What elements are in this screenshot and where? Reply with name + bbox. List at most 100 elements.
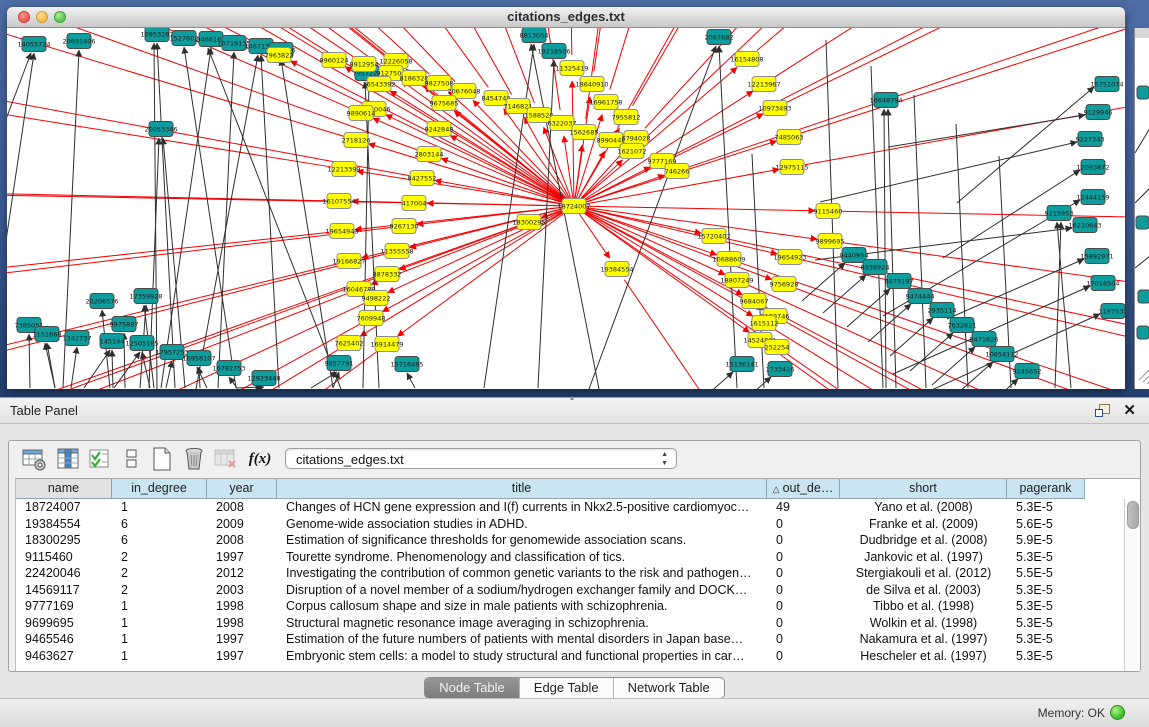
graph-node-yellow[interactable]: 11325419 [555,61,588,76]
graph-node-teal[interactable]: 1187533 [1099,304,1125,319]
cell-in_degree[interactable]: 2 [112,565,207,582]
graph-node-teal[interactable]: 8938924 [861,260,890,275]
column-header-name[interactable]: name [16,479,112,499]
cell-out_de[interactable]: 0 [767,631,840,648]
cell-pagerank[interactable]: 5.6E-5 [1007,516,1085,533]
cell-in_degree[interactable]: 1 [112,598,207,615]
table-row[interactable]: 1830029562008Estimation of significance … [16,532,1125,549]
citation-network-graph[interactable]: 1405572420691406109532871527602946616010… [7,28,1125,389]
cell-short[interactable]: Wolkin et al. (1998) [840,615,1007,632]
cell-out_de[interactable]: 0 [767,516,840,533]
graph-node-teal[interactable]: 20206576 [85,294,118,309]
cell-year[interactable]: 1997 [207,648,277,665]
network-window-titlebar[interactable]: citations_edges.txt [7,7,1125,28]
cell-year[interactable]: 2003 [207,582,277,599]
cell-out_de[interactable]: 0 [767,648,840,665]
cell-pagerank[interactable]: 5.3E-5 [1007,615,1085,632]
cell-title[interactable]: Changes of HCN gene expression and I(f) … [277,499,767,516]
graph-node-teal[interactable]: 12444159 [1076,190,1109,205]
cell-pagerank[interactable]: 5.3E-5 [1007,549,1085,566]
graph-node-teal[interactable]: 19218506 [537,44,570,59]
cell-year[interactable]: 1998 [207,615,277,632]
graph-node-teal[interactable]: 6879197 [885,274,914,289]
graph-node-yellow[interactable]: 7485063 [775,130,804,145]
graph-node-yellow[interactable]: 15720407 [697,229,730,244]
graph-node-yellow[interactable]: 16107554 [322,194,355,209]
graph-node-yellow[interactable]: 7955812 [612,110,641,125]
graph-node-yellow[interactable]: 7625402 [335,336,364,351]
graph-node-yellow[interactable]: 252254 [765,340,790,355]
tab-edge-table[interactable]: Edge Table [519,678,613,698]
cell-year[interactable]: 1997 [207,549,277,566]
cell-year[interactable]: 1998 [207,598,277,615]
select-columns-icon[interactable] [87,446,113,472]
cell-pagerank[interactable]: 5.3E-5 [1007,499,1085,516]
cell-title[interactable]: Estimation of the future numbers of pati… [277,631,767,648]
cell-short[interactable]: Yano et al. (2008) [840,499,1007,516]
graph-node-yellow[interactable]: 9115460 [814,204,843,219]
cell-out_de[interactable]: 0 [767,565,840,582]
graph-node-yellow[interactable]: 8878332 [373,267,402,282]
graph-node-teal[interactable]: 145194 [100,334,125,349]
column-header-short[interactable]: short [840,479,1007,499]
row-height-icon[interactable] [119,446,145,472]
graph-node-teal[interactable]: 9215953 [1045,206,1074,221]
cell-name[interactable]: 9463627 [16,648,112,665]
graph-node-yellow[interactable]: 16543392 [362,77,395,92]
graph-node-teal[interactable]: 20053346 [144,122,177,137]
cell-year[interactable]: 2012 [207,565,277,582]
graph-node-teal[interactable]: 8813054 [520,28,549,43]
cell-short[interactable]: Franke et al. (2009) [840,516,1007,533]
cell-short[interactable]: Jankovic et al. (1997) [840,549,1007,566]
graph-node-yellow[interactable]: 1615112 [750,316,779,331]
cell-pagerank[interactable]: 5.5E-5 [1007,565,1085,582]
cell-year[interactable]: 2008 [207,532,277,549]
table-row[interactable]: 1872400712008Changes of HCN gene express… [16,499,1125,516]
create-table-icon[interactable] [149,446,175,472]
graph-node-yellow[interactable]: 9498222 [362,291,391,306]
graph-node-teal[interactable]: 1342737 [63,331,92,346]
table-row[interactable]: 1456911722003Disruption of a novel membe… [16,582,1125,599]
cell-name[interactable]: 9115460 [16,549,112,566]
cell-title[interactable]: Genome-wide association studies in ADHD. [277,516,767,533]
cell-name[interactable]: 18724007 [16,499,112,516]
cell-year[interactable]: 2009 [207,516,277,533]
cell-out_de[interactable]: 0 [767,615,840,632]
graph-node-yellow[interactable]: 10973493 [758,101,791,116]
table-row[interactable]: 2242004622012Investigating the contribut… [16,565,1125,582]
graph-node-yellow[interactable]: 746266 [665,164,690,179]
cell-name[interactable]: 14569117 [16,582,112,599]
cell-out_de[interactable]: 49 [767,499,840,516]
table-row[interactable]: 946554611997Estimation of the future num… [16,631,1125,648]
graph-node-teal[interactable]: 16210643 [1068,218,1101,233]
graph-node-yellow[interactable]: 9242848 [425,122,454,137]
column-header-title[interactable]: title [277,479,767,499]
close-panel-icon[interactable]: ✕ [1123,401,1136,419]
graph-node-yellow[interactable]: 7609948 [357,311,386,326]
graph-node-teal[interactable]: 12505185 [125,336,158,351]
graph-node-yellow[interactable]: 16914479 [370,337,403,352]
function-builder-icon[interactable]: f(x) [247,446,273,472]
graph-node-yellow[interactable]: 9267130 [390,219,419,234]
show-column-icon[interactable] [55,446,81,472]
cell-short[interactable]: Nakamura et al. (1997) [840,631,1007,648]
column-header-year[interactable]: year [207,479,277,499]
graph-node-yellow[interactable]: 18807249 [720,273,753,288]
memory-status-indicator[interactable] [1110,705,1125,720]
cell-short[interactable]: Hescheler et al. (1997) [840,648,1007,665]
tab-network-table[interactable]: Network Table [613,678,724,698]
table-row[interactable]: 911546021997Tourette syndrome. Phenomeno… [16,549,1125,566]
graph-node-teal[interactable]: 9129946 [1084,105,1113,120]
cell-in_degree[interactable]: 6 [112,532,207,549]
graph-node-yellow[interactable]: 7963822 [265,48,294,63]
background-network-window-partial[interactable] [1134,28,1149,389]
cell-pagerank[interactable]: 5.9E-5 [1007,532,1085,549]
graph-node-yellow[interactable]: 9890614 [347,106,376,121]
cell-in_degree[interactable]: 1 [112,631,207,648]
scrollbar-thumb[interactable] [1127,501,1139,529]
cell-pagerank[interactable]: 5.3E-5 [1007,598,1085,615]
graph-node-yellow[interactable]: 8427552 [408,171,437,186]
graph-node-teal[interactable]: 2935114 [928,303,957,318]
graph-node-yellow[interactable]: 1562685 [570,125,599,140]
cell-short[interactable]: Tibbo et al. (1998) [840,598,1007,615]
